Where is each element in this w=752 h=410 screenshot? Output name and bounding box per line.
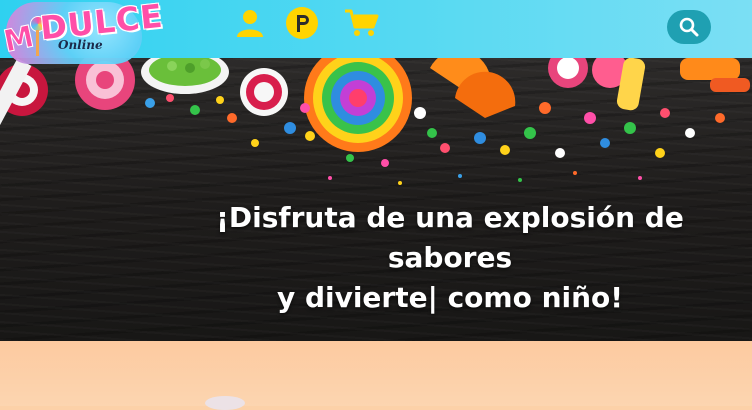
hero-heading-line-3: y divierte| como niño! (276, 281, 624, 314)
p-coin-icon[interactable] (285, 6, 319, 40)
content-section (0, 341, 752, 410)
site-logo[interactable]: M DULCE Online (0, 0, 165, 70)
hero-heading-line-2: sabores (387, 241, 513, 274)
search-button[interactable] (667, 10, 711, 44)
hero-heading-line-1: ¡Disfruta de una explosión de (216, 201, 684, 234)
search-icon (679, 17, 699, 37)
hero-banner: ¡Disfruta de una explosión de sabores y … (0, 58, 752, 341)
user-account-icon[interactable] (235, 8, 265, 38)
hero-heading: ¡Disfruta de una explosión de sabores y … (150, 198, 750, 318)
logo-tagline: Online (58, 38, 103, 52)
decorative-shape (205, 396, 245, 410)
shopping-cart-icon[interactable] (344, 8, 380, 38)
candy-assortment-image (0, 58, 750, 185)
